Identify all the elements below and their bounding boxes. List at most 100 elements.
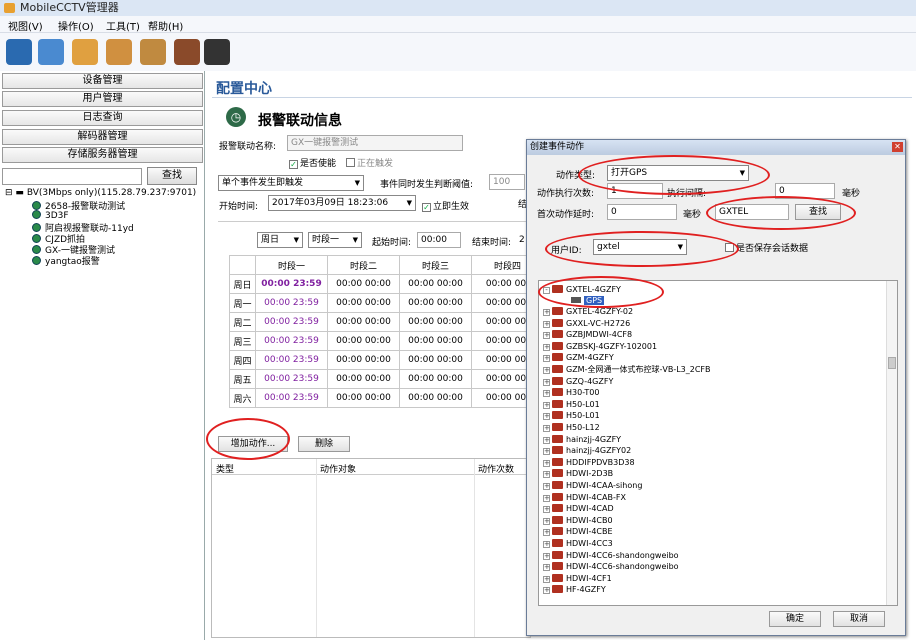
cancel-button[interactable]: 取消 xyxy=(833,611,885,627)
table-row[interactable]: 周二 00:00 23:59 00:00 00:00 00:00 00:00 00:00… xyxy=(229,312,544,332)
tree-item[interactable]: + HDWI-4CAA-sihong xyxy=(543,480,642,491)
expand-icon[interactable]: + xyxy=(543,367,550,374)
delete-button[interactable]: 删除 xyxy=(298,436,350,452)
tree-item[interactable]: + GZM-4GZFY xyxy=(543,352,614,363)
tree-scrollbar[interactable] xyxy=(886,281,897,605)
tree-item[interactable]: + HF-4GZFY xyxy=(543,584,606,595)
save-session-checkbox[interactable]: 是否保存会话数据 xyxy=(725,241,808,254)
expand-icon[interactable]: + xyxy=(543,459,550,467)
close-icon[interactable]: ✕ xyxy=(892,142,903,152)
table-row[interactable]: 周日 00:00 23:59 00:00 00:00 00:00 00:00 00:00… xyxy=(229,274,544,294)
tree-item[interactable]: + GZBSKJ-4GZFY-102001 xyxy=(543,341,657,352)
camera-icon[interactable] xyxy=(174,39,200,65)
nav-storage-management[interactable]: 存储服务器管理 xyxy=(2,147,203,163)
collapse-icon[interactable]: - xyxy=(543,287,550,294)
expand-icon[interactable]: + xyxy=(543,390,550,398)
ok-button[interactable]: 确定 xyxy=(769,611,821,627)
period-select[interactable]: 时段一 xyxy=(308,232,362,248)
expand-icon[interactable]: + xyxy=(543,320,550,328)
triggering-checkbox[interactable]: 正在触发 xyxy=(346,156,393,169)
tree-item[interactable]: 3D3F xyxy=(32,210,69,221)
expand-icon[interactable]: + xyxy=(543,587,550,595)
device-icon[interactable] xyxy=(6,39,32,65)
time-cell[interactable]: 00:00 23:59 xyxy=(255,331,328,351)
time-cell[interactable]: 00:00 00:00 xyxy=(327,369,400,389)
tree-item[interactable]: + HDWI-4CC3 xyxy=(543,538,613,549)
device-search-button[interactable]: 查找 xyxy=(147,167,197,185)
tree-item[interactable]: + GZQ-4GZFY xyxy=(543,376,613,387)
action-type-select[interactable]: 打开GPS xyxy=(607,165,749,181)
tree-item[interactable]: + HDWI-4CAD xyxy=(543,503,614,514)
clapper-icon[interactable] xyxy=(204,39,230,65)
nav-decoder-management[interactable]: 解码器管理 xyxy=(2,129,203,145)
time-cell[interactable]: 00:00 23:59 xyxy=(255,388,328,408)
tree-item[interactable]: + HDWI-2D3B xyxy=(543,468,613,479)
time-cell[interactable]: 00:00 00:00 xyxy=(399,331,472,351)
expand-icon[interactable]: + xyxy=(543,471,550,479)
tree-item[interactable]: + H50-L01 xyxy=(543,399,600,410)
time-cell[interactable]: 00:00 00:00 xyxy=(327,331,400,351)
menu-operate[interactable]: 操作(O) xyxy=(58,18,94,33)
enabled-checkbox[interactable]: ✓ 是否使能 xyxy=(289,156,336,169)
add-group-icon[interactable] xyxy=(140,39,166,65)
tree-item-gps[interactable]: GPS xyxy=(571,295,605,306)
tree-item[interactable]: + GXXL-VC-H2726 xyxy=(543,318,630,329)
first-delay-field[interactable]: 0 xyxy=(607,204,677,220)
tree-item[interactable]: + HDWI-4CBE xyxy=(543,526,613,537)
expand-icon[interactable]: + xyxy=(543,378,550,386)
expand-icon[interactable]: + xyxy=(543,343,550,351)
table-row[interactable]: 周四 00:00 23:59 00:00 00:00 00:00 00:00 00:00… xyxy=(229,350,544,370)
tree-item[interactable]: + hainzjj-4GZFY xyxy=(543,434,621,445)
users-icon[interactable] xyxy=(72,39,98,65)
time-cell[interactable]: 00:00 00:00 xyxy=(399,274,472,294)
tree-item[interactable]: + HDWI-4CC6-shandongweibo xyxy=(543,550,679,561)
add-user-icon[interactable] xyxy=(106,39,132,65)
menu-view[interactable]: 视图(V) xyxy=(8,18,43,33)
exec-count-field[interactable]: 1 xyxy=(607,183,663,199)
table-row[interactable]: 周一 00:00 23:59 00:00 00:00 00:00 00:00 00:00… xyxy=(229,293,544,313)
time-cell[interactable]: 00:00 00:00 xyxy=(399,388,472,408)
tree-item[interactable]: + GXTEL-4GZFY-02 xyxy=(543,306,633,317)
scroll-thumb[interactable] xyxy=(888,357,896,369)
expand-icon[interactable]: + xyxy=(543,517,550,525)
expand-icon[interactable]: + xyxy=(543,401,550,409)
menu-tools[interactable]: 工具(T) xyxy=(106,18,140,33)
time-cell[interactable]: 00:00 23:59 xyxy=(255,369,328,389)
expand-icon[interactable]: + xyxy=(543,575,550,583)
tree-item[interactable]: + H30-T00 xyxy=(543,387,599,398)
time-cell[interactable]: 00:00 23:59 xyxy=(255,293,328,313)
nav-device-management[interactable]: 设备管理 xyxy=(2,73,203,89)
threshold-field[interactable]: 100 xyxy=(489,174,525,190)
nav-log-query[interactable]: 日志查询 xyxy=(2,110,203,126)
tree-item[interactable]: + H50-L12 xyxy=(543,422,600,433)
tree-item[interactable]: + HDWI-4CC6-shandongweibo xyxy=(543,561,679,572)
begin-time-field[interactable]: 00:00 xyxy=(417,232,461,248)
tree-item[interactable]: + HDWI-4CB0 xyxy=(543,515,613,526)
expand-icon[interactable]: + xyxy=(543,506,550,514)
nav-user-management[interactable]: 用户管理 xyxy=(2,91,203,107)
name-field[interactable]: GX一键报警测试 xyxy=(287,135,463,151)
time-cell[interactable]: 00:00 00:00 xyxy=(327,350,400,370)
device-search-input[interactable] xyxy=(2,168,142,185)
time-cell[interactable]: 00:00 23:59 xyxy=(255,350,328,370)
tree-item[interactable]: + GZM-全网通一体式布控球-VB-L3_2CFB xyxy=(543,364,711,375)
tree-item-expanded[interactable]: - GXTEL-4GZFY xyxy=(543,284,621,295)
tree-item[interactable]: + GZBJMDWI-4CF8 xyxy=(543,329,632,340)
weekday-select[interactable]: 周日 xyxy=(257,232,303,248)
expand-icon[interactable]: + xyxy=(543,529,550,537)
time-cell[interactable]: 00:00 00:00 xyxy=(327,312,400,332)
expand-icon[interactable]: + xyxy=(543,564,550,572)
trigger-mode-select[interactable]: 单个事件发生即触发 xyxy=(218,175,364,191)
expand-icon[interactable]: + xyxy=(543,309,550,316)
time-cell[interactable]: 00:00 00:00 xyxy=(399,293,472,313)
cloud-icon[interactable] xyxy=(38,39,64,65)
tree-item[interactable]: + HDDIFPDVB3D38 xyxy=(543,457,635,468)
tree-item[interactable]: yangtao报警 xyxy=(32,254,100,267)
expand-icon[interactable]: + xyxy=(543,436,550,444)
immediate-checkbox[interactable]: ✓ 立即生效 xyxy=(422,199,469,212)
expand-icon[interactable]: + xyxy=(543,483,550,490)
time-cell[interactable]: 00:00 00:00 xyxy=(399,369,472,389)
start-time-picker[interactable]: 2017年03月09日 18:23:06 xyxy=(268,195,416,211)
expand-icon[interactable]: + xyxy=(543,332,550,340)
time-cell[interactable]: 00:00 00:00 xyxy=(327,293,400,313)
